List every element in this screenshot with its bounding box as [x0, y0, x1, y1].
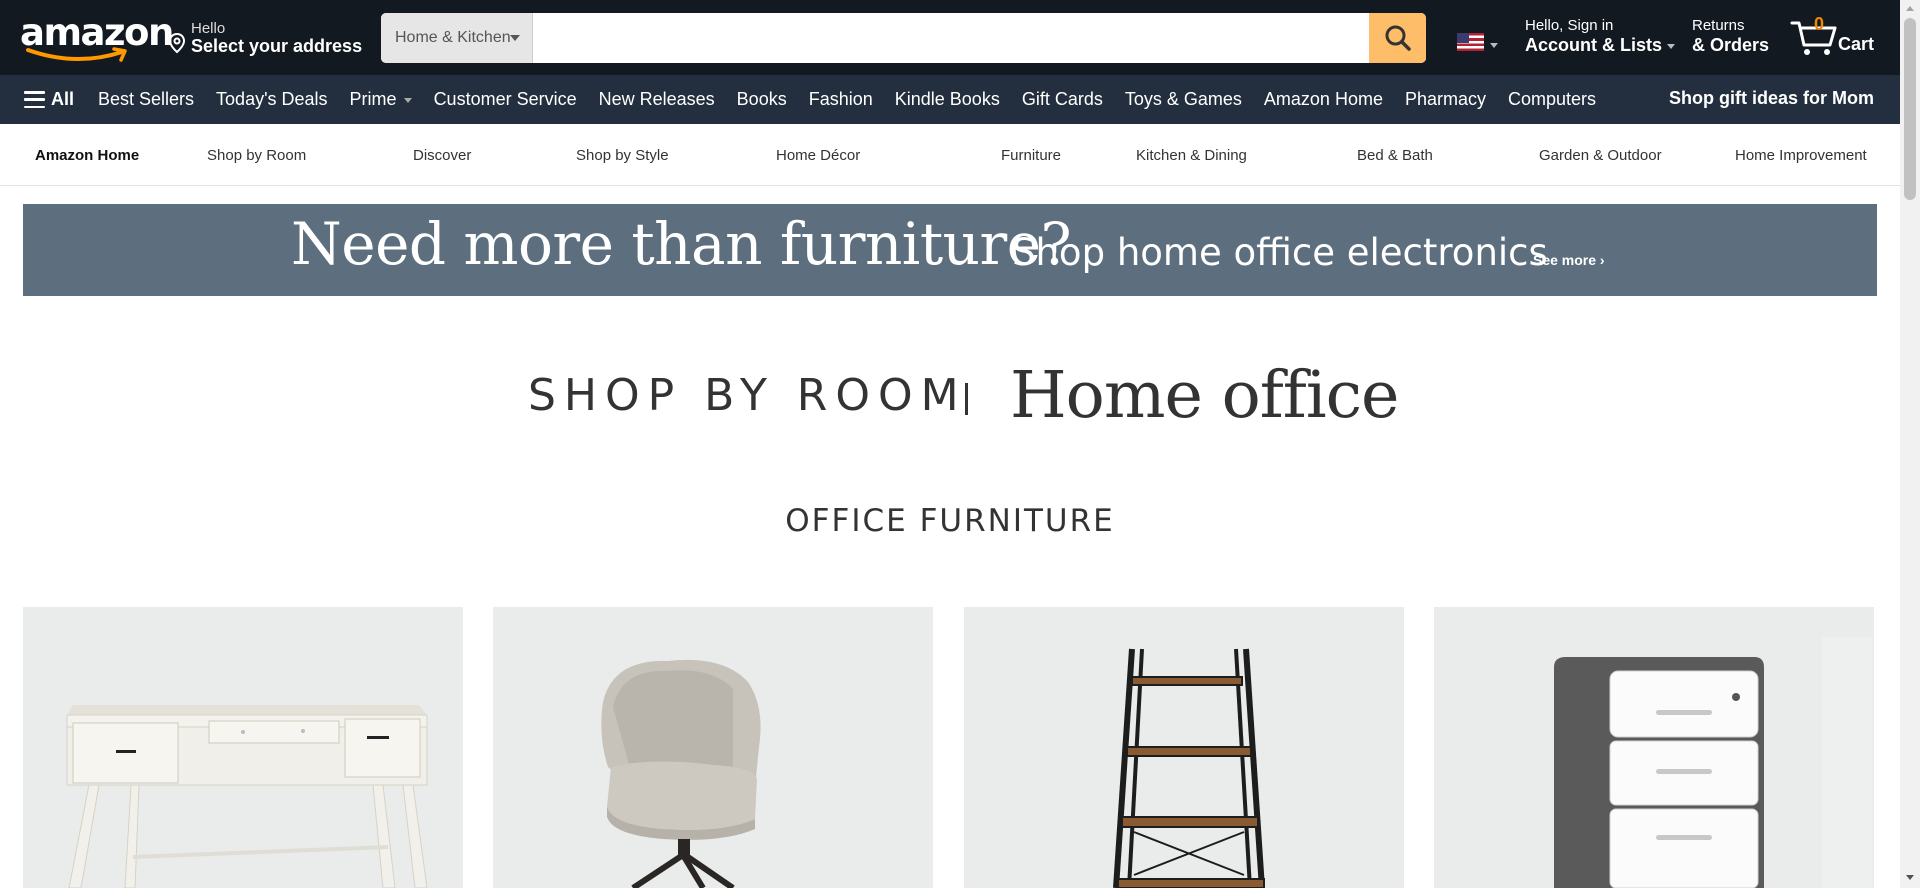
returns-orders-link[interactable]: Returns & Orders — [1692, 17, 1782, 61]
nav-link-pharmacy[interactable]: Pharmacy — [1405, 89, 1486, 110]
amazon-logo[interactable]: amazon — [20, 14, 174, 62]
page-scrollbar[interactable] — [1900, 0, 1920, 888]
nav-link-amazon-home[interactable]: Amazon Home — [1264, 89, 1383, 110]
search-bar: Home & Kitchen — [381, 13, 1426, 63]
search-category-select[interactable]: Home & Kitchen — [381, 13, 533, 63]
account-lists-menu[interactable]: Hello, Sign in Account & Lists — [1525, 17, 1676, 61]
location-pin-icon — [168, 32, 186, 54]
nav-link-toys-games[interactable]: Toys & Games — [1125, 89, 1242, 110]
promo-link[interactable]: Shop gift ideas for Mom — [1669, 88, 1874, 109]
location-action: Select your address — [191, 36, 363, 56]
search-icon — [1385, 25, 1411, 51]
shop-by-room-heading: SHOP BY ROOM — [528, 370, 967, 421]
store-nav-garden-outdoor[interactable]: Garden & Outdoor — [1539, 147, 1662, 164]
search-button[interactable] — [1369, 13, 1426, 63]
language-selector[interactable] — [1457, 33, 1499, 55]
heading-divider — [965, 383, 968, 415]
product-tile-file-cabinet[interactable] — [1434, 607, 1874, 888]
secondary-nav: All Best Sellers Today's Deals Prime Cus… — [0, 75, 1900, 124]
nav-link-computers[interactable]: Computers — [1508, 89, 1596, 110]
product-tile-chair[interactable] — [493, 607, 933, 888]
store-nav-amazon-home[interactable]: Amazon Home — [35, 147, 139, 164]
cart-count: 0 — [1814, 14, 1825, 34]
smile-arrow-icon — [26, 47, 127, 62]
all-label: All — [51, 89, 75, 109]
nav-links: Best Sellers Today's Deals Prime Custome… — [98, 75, 1618, 124]
nav-link-new-releases[interactable]: New Releases — [599, 89, 715, 110]
ladder-shelf-image — [1113, 648, 1265, 888]
page: amazon Hello Select your address Home & … — [0, 0, 1920, 888]
nav-link-kindle-books[interactable]: Kindle Books — [895, 89, 1000, 110]
search-category-label: Home & Kitchen — [395, 29, 511, 46]
account-greeting: Hello, Sign in — [1525, 17, 1614, 34]
account-label: Account & Lists — [1525, 35, 1663, 55]
store-nav-furniture[interactable]: Furniture — [1001, 147, 1061, 164]
chair-image — [601, 659, 761, 888]
desk-image — [66, 705, 428, 888]
nav-link-prime-label: Prime — [349, 89, 397, 109]
returns-label: Returns — [1692, 17, 1745, 34]
top-navbar: amazon Hello Select your address Home & … — [0, 0, 1900, 75]
room-name-heading: Home office — [1010, 358, 1399, 433]
store-nav-kitchen-dining[interactable]: Kitchen & Dining — [1136, 147, 1247, 164]
store-nav-shop-by-room[interactable]: Shop by Room — [207, 147, 306, 164]
cart-label: Cart — [1838, 34, 1875, 54]
nav-link-books[interactable]: Books — [737, 89, 787, 110]
store-nav: Amazon Home Shop by Room Discover Shop b… — [0, 124, 1900, 186]
store-nav-home-improvement[interactable]: Home Improvement — [1735, 147, 1867, 164]
scroll-down-icon[interactable] — [1906, 875, 1914, 880]
all-menu-button[interactable]: All — [24, 87, 74, 112]
nav-link-gift-cards[interactable]: Gift Cards — [1022, 89, 1103, 110]
hamburger-icon — [24, 91, 45, 108]
scrollbar-thumb[interactable] — [1904, 18, 1916, 200]
nav-link-fashion[interactable]: Fashion — [809, 89, 873, 110]
product-tile-ladder-shelf[interactable] — [964, 607, 1404, 888]
search-input[interactable] — [533, 13, 1369, 63]
store-nav-shop-by-style[interactable]: Shop by Style — [576, 147, 669, 164]
scroll-up-icon[interactable] — [1906, 6, 1914, 11]
nav-link-prime[interactable]: Prime — [350, 89, 412, 110]
banner-headline: Need more than furniture? — [291, 210, 1072, 278]
store-nav-bed-bath[interactable]: Bed & Bath — [1357, 147, 1433, 164]
location-greeting: Hello — [191, 20, 226, 37]
nav-link-todays-deals[interactable]: Today's Deals — [216, 89, 328, 110]
chevron-down-icon — [1667, 43, 1676, 49]
store-nav-discover[interactable]: Discover — [413, 147, 471, 164]
promo-banner[interactable]: Need more than furniture? Shop home offi… — [23, 204, 1877, 296]
nav-link-customer-service[interactable]: Customer Service — [434, 89, 577, 110]
product-tile-desk[interactable] — [23, 607, 463, 888]
banner-subheadline: Shop home office electronics — [1012, 231, 1548, 274]
store-nav-home-decor[interactable]: Home Décor — [776, 147, 860, 164]
orders-label: & Orders — [1692, 35, 1770, 55]
section-title: OFFICE FURNITURE — [785, 503, 1115, 539]
cart-button[interactable]: 0 Cart — [1790, 12, 1890, 62]
deliver-to-location[interactable]: Hello Select your address — [168, 18, 362, 60]
banner-see-more-link[interactable]: See more › — [1533, 252, 1605, 268]
nav-link-best-sellers[interactable]: Best Sellers — [98, 89, 194, 110]
chevron-down-icon — [1490, 43, 1498, 48]
chevron-down-icon — [403, 97, 412, 103]
chevron-down-icon — [510, 35, 520, 41]
file-cabinet-image — [1554, 637, 1872, 888]
